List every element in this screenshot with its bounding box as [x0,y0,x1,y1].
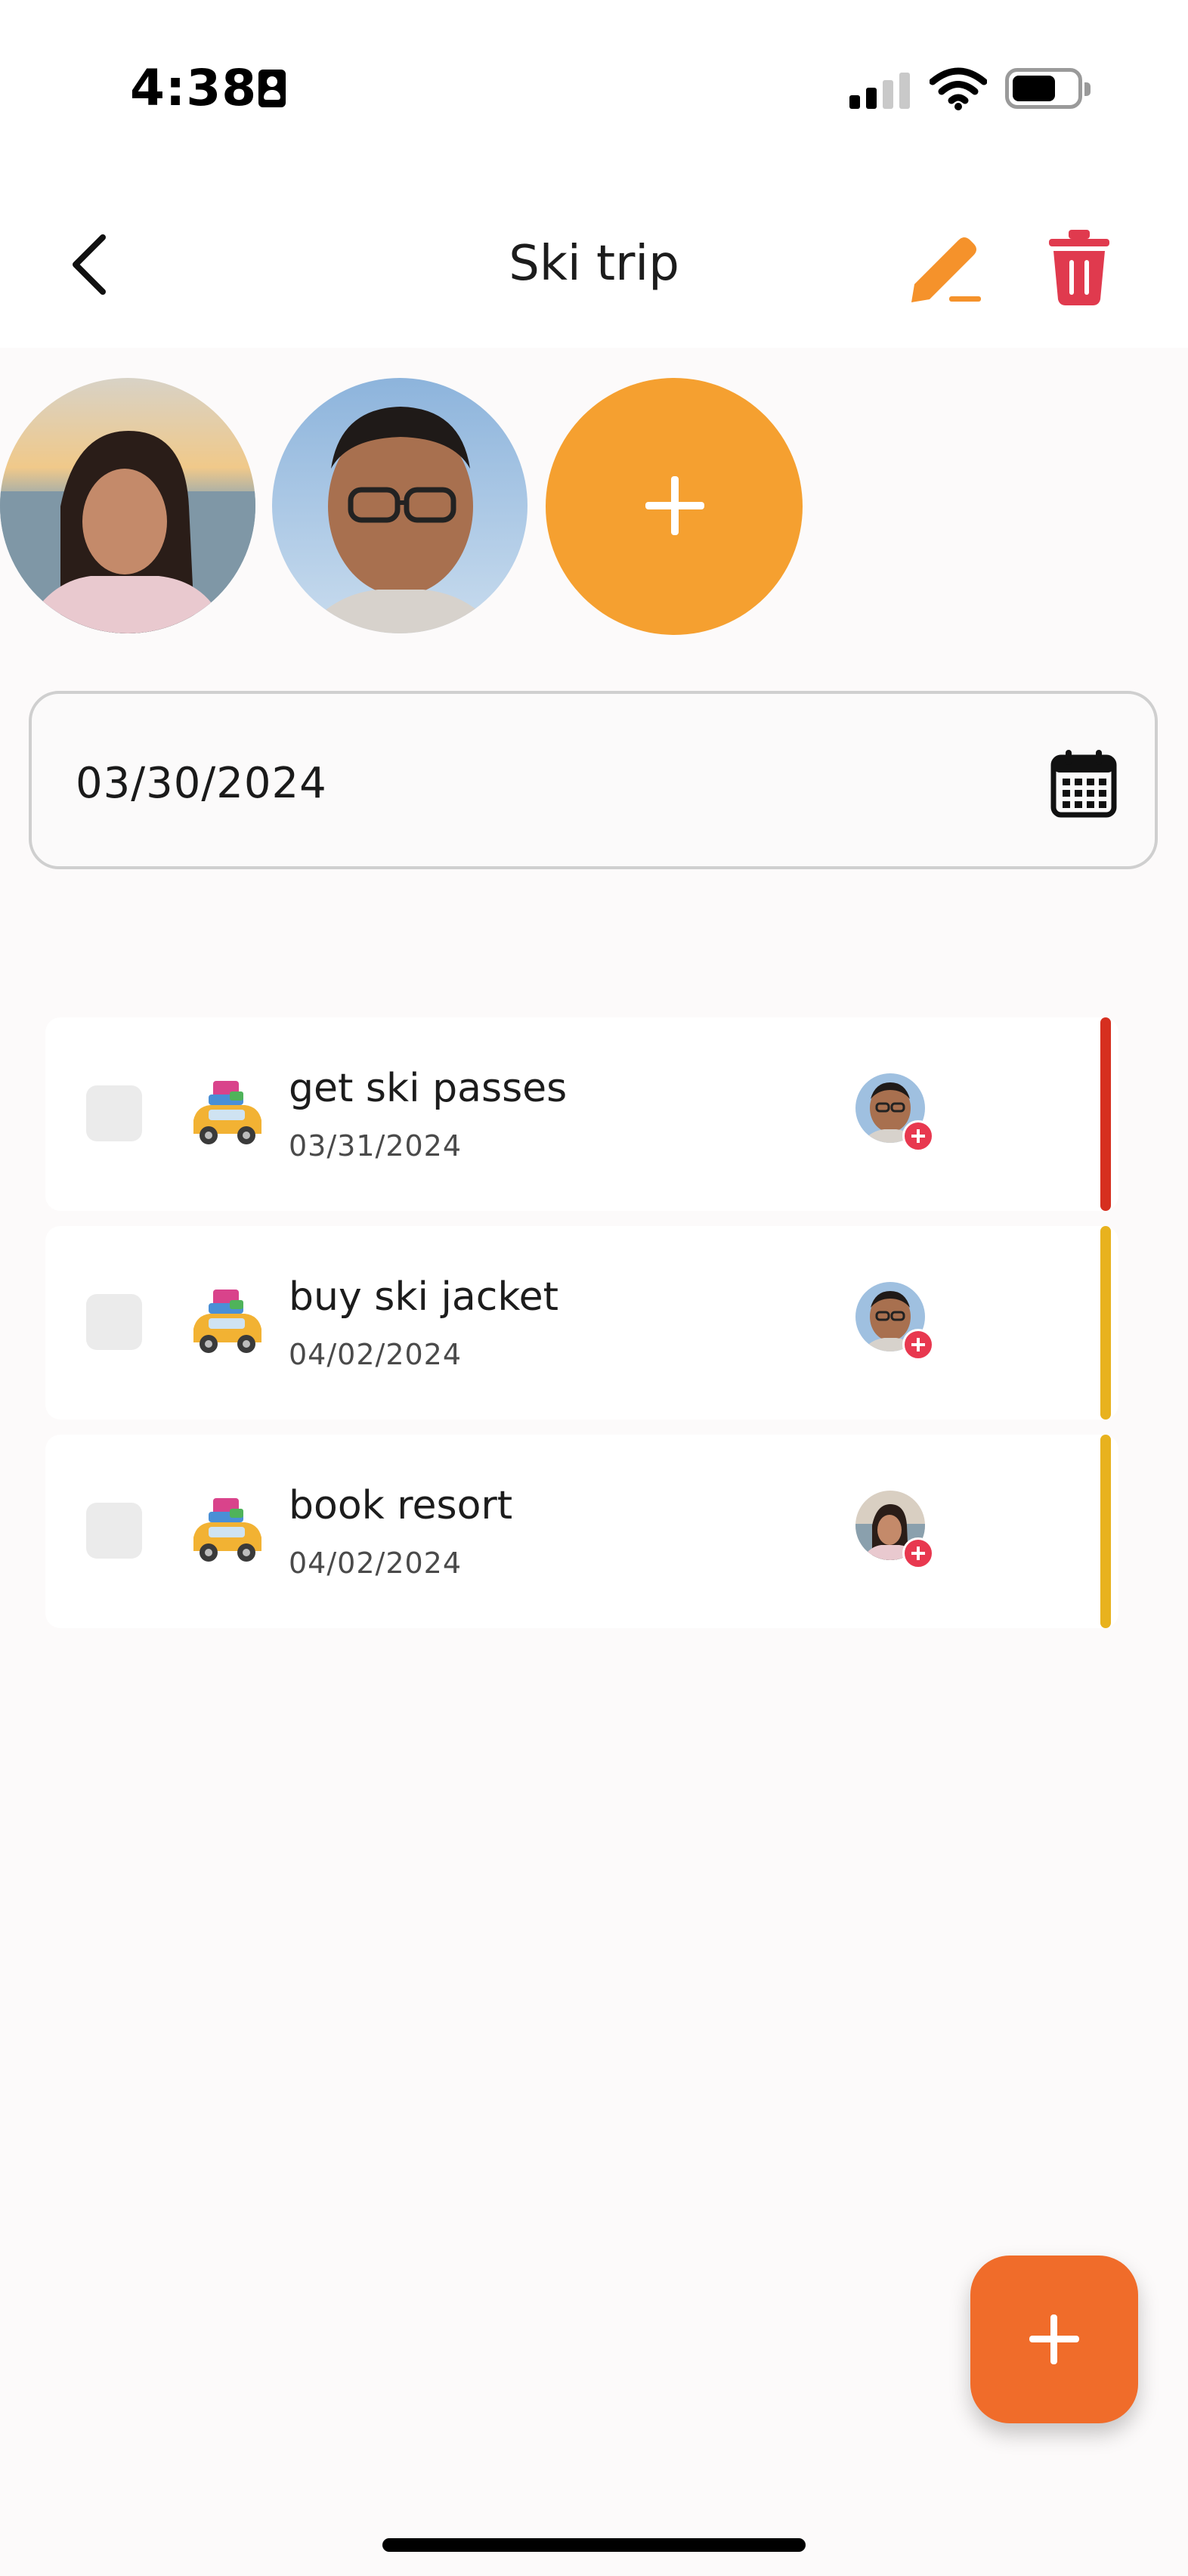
member-avatar-2[interactable] [272,378,527,633]
task-checkbox[interactable] [86,1085,142,1141]
date-field[interactable]: 03/30/2024 [29,691,1158,869]
car-with-luggage-icon [193,1081,261,1144]
nav-bar: Ski trip [0,174,1188,348]
car-with-luggage-icon [193,1498,261,1562]
add-assignee-icon [902,1120,934,1152]
home-indicator[interactable] [382,2538,806,2552]
task-card[interactable]: book resort 04/02/2024 [45,1435,1118,1628]
page-title: Ski trip [509,236,679,292]
date-value: 03/30/2024 [76,759,327,808]
assignee-avatar[interactable] [855,1491,934,1569]
members-row [0,378,1188,635]
task-list: get ski passes 03/31/2024 buy ski jacket… [45,1017,1118,1643]
task-date: 04/02/2024 [289,1547,463,1580]
assignee-avatar[interactable] [855,1282,934,1361]
task-checkbox[interactable] [86,1503,142,1559]
battery-icon [1005,68,1091,109]
task-title: book resort [289,1483,513,1528]
task-checkbox[interactable] [86,1294,142,1350]
task-card[interactable]: buy ski jacket 04/02/2024 [45,1226,1118,1420]
assignee-avatar[interactable] [855,1073,934,1152]
task-date: 04/02/2024 [289,1338,463,1371]
trash-icon[interactable] [1044,227,1114,307]
member-avatar-1[interactable] [0,378,255,633]
add-task-button[interactable] [970,2256,1138,2423]
add-assignee-icon [902,1537,934,1569]
member-photo-woman-icon [0,378,255,633]
task-title: get ski passes [289,1066,568,1111]
calendar-icon[interactable] [1047,747,1120,819]
task-card[interactable]: get ski passes 03/31/2024 [45,1017,1118,1211]
status-time: 4:38 [130,59,258,117]
wifi-icon [930,67,987,110]
pencil-icon[interactable] [901,225,988,308]
priority-bar [1100,1226,1111,1420]
priority-bar [1100,1435,1111,1628]
priority-bar [1100,1017,1111,1211]
contact-card-icon [258,70,286,107]
status-bar: 4:38 [0,0,1188,174]
car-with-luggage-icon [193,1290,261,1353]
task-title: buy ski jacket [289,1274,558,1320]
screen: 4:38 Ski trip 03/30/2024 get ski passes … [0,0,1188,2576]
cellular-signal-icon [849,73,910,109]
add-assignee-icon [902,1329,934,1361]
member-photo-man-icon [272,378,527,633]
add-member-button[interactable] [546,378,803,635]
task-date: 03/31/2024 [289,1129,463,1163]
